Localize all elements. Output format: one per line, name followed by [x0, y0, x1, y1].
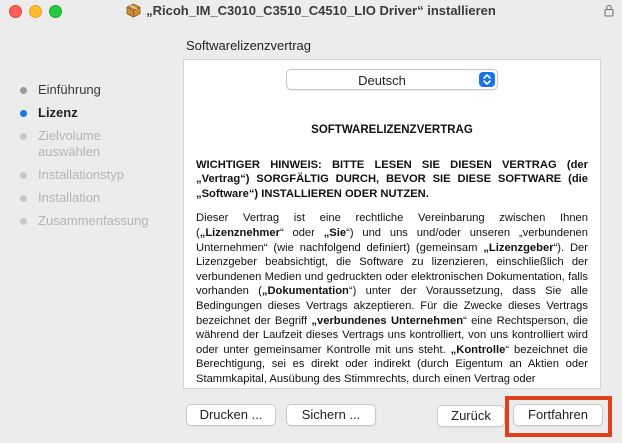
license-panel[interactable]: Deutsch SOFTWARELIZENZVERTRAG WICHTIGER …	[183, 59, 601, 389]
back-button[interactable]: Zurück	[437, 405, 505, 427]
step-label: Zusammenfassung	[38, 213, 149, 228]
step-destination: Zielvolume auswählen	[18, 128, 113, 160]
lock-icon	[604, 4, 614, 17]
step-label: Einführung	[38, 82, 101, 97]
language-select-value: Deutsch	[358, 73, 406, 88]
step-summary: Zusammenfassung	[18, 213, 183, 229]
updown-chevron-icon	[479, 72, 495, 87]
title-bar: „Ricoh_IM_C3010_C3510_C4510_LIO Driver“ …	[0, 0, 622, 26]
save-button[interactable]: Sichern ...	[286, 404, 376, 426]
license-notice: WICHTIGER HINWEIS: BITTE LESEN SIE DIESE…	[196, 158, 588, 200]
license-text: SOFTWARELIZENZVERTRAG WICHTIGER HINWEIS:…	[196, 100, 588, 387]
step-bullet	[20, 133, 27, 140]
step-bullet	[20, 110, 27, 117]
step-label: Lizenz	[38, 105, 78, 120]
step-license: Lizenz	[18, 105, 183, 121]
step-bullet	[20, 195, 27, 202]
step-bullet	[20, 172, 27, 179]
step-installation-type: Installationstyp	[18, 167, 183, 183]
installer-window: „Ricoh_IM_C3010_C3510_C4510_LIO Driver“ …	[0, 0, 622, 443]
window-title: „Ricoh_IM_C3010_C3510_C4510_LIO Driver“ …	[146, 3, 496, 18]
step-introduction: Einführung	[18, 82, 183, 98]
step-installation: Installation	[18, 190, 183, 206]
step-label: Zielvolume auswählen	[38, 128, 101, 159]
continue-button-highlight	[505, 396, 612, 437]
section-title: Softwarelizenzvertrag	[186, 38, 311, 53]
installer-steps: Einführung Lizenz Zielvolume auswählen I…	[18, 82, 183, 236]
step-label: Installationstyp	[38, 167, 124, 182]
step-bullet	[20, 87, 27, 94]
license-heading: SOFTWARELIZENZVERTRAG	[311, 124, 473, 136]
step-label: Installation	[38, 190, 101, 205]
license-body: Dieser Vertrag ist eine rechtliche Verei…	[196, 212, 588, 385]
print-button[interactable]: Drucken ...	[186, 404, 276, 426]
language-select[interactable]: Deutsch	[286, 69, 498, 90]
package-icon	[126, 3, 141, 18]
window-title-wrap: „Ricoh_IM_C3010_C3510_C4510_LIO Driver“ …	[0, 3, 622, 18]
step-bullet	[20, 218, 27, 225]
